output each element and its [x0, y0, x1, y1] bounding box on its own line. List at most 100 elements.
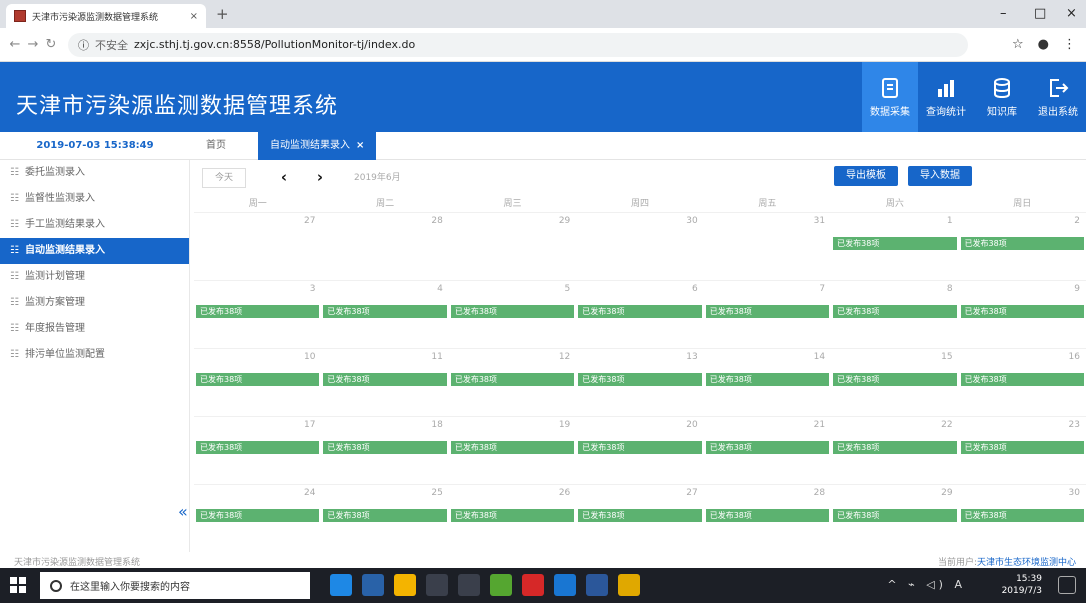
calendar-day-cell[interactable]: 24 已发布38项 [194, 485, 321, 553]
calendar-day-cell[interactable]: 5 已发布38项 [449, 281, 576, 349]
calendar-day-cell[interactable]: 12 已发布38项 [449, 349, 576, 417]
browser-tab[interactable]: 天津市污染源监测数据管理系统 × [6, 4, 206, 28]
calendar-day-cell[interactable]: 28 [321, 213, 448, 281]
windows-start-icon[interactable] [10, 577, 26, 593]
sidebar-item[interactable]: ☷ 排污单位监测配置 [0, 342, 189, 368]
sidebar-item[interactable]: ☷ 年度报告管理 [0, 316, 189, 342]
calendar-event[interactable]: 已发布38项 [833, 305, 957, 318]
nav-query-stats[interactable]: 查询统计 [918, 62, 974, 132]
store-icon[interactable] [426, 574, 448, 596]
calendar-day-cell[interactable]: 20 已发布38项 [576, 417, 703, 485]
calendar-day-cell[interactable]: 19 已发布38项 [449, 417, 576, 485]
calendar-day-cell[interactable]: 17 已发布38项 [194, 417, 321, 485]
sidebar-item[interactable]: ☷ 监测方案管理 [0, 290, 189, 316]
calendar-day-cell[interactable]: 23 已发布38项 [959, 417, 1086, 485]
calendar-event[interactable]: 已发布38项 [450, 305, 575, 318]
calendar-event[interactable]: 已发布38项 [960, 441, 1084, 454]
tab-close-icon[interactable]: × [190, 11, 198, 22]
calendar-event[interactable]: 已发布38项 [578, 305, 702, 318]
tab-home[interactable]: 首页 [194, 132, 238, 160]
calendar-event[interactable]: 已发布38项 [705, 509, 830, 522]
calendar-event[interactable]: 已发布38项 [323, 509, 447, 522]
ie-icon[interactable] [554, 574, 576, 596]
calendar-day-cell[interactable]: 4 已发布38项 [321, 281, 448, 349]
file-explorer-icon[interactable] [394, 574, 416, 596]
calendar-day-cell[interactable]: 25 已发布38项 [321, 485, 448, 553]
calendar-day-cell[interactable]: 3 已发布38项 [194, 281, 321, 349]
info-icon[interactable]: ⓘ [78, 37, 89, 53]
calendar-day-cell[interactable]: 21 已发布38项 [704, 417, 831, 485]
calendar-day-cell[interactable]: 10 已发布38项 [194, 349, 321, 417]
calendar-day-cell[interactable]: 27 [194, 213, 321, 281]
forward-arrow-icon[interactable]: → [24, 37, 42, 52]
calendar-event[interactable]: 已发布38项 [450, 441, 575, 454]
task-view-icon[interactable] [330, 574, 352, 596]
nav-data-entry[interactable]: 数据采集 [862, 62, 918, 132]
nav-knowledge-base[interactable]: 知识库 [974, 62, 1030, 132]
calendar-day-cell[interactable]: 30 已发布38项 [959, 485, 1086, 553]
calendar-event[interactable]: 已发布38项 [450, 509, 575, 522]
today-button[interactable]: 今天 [202, 168, 246, 188]
taskbar-clock[interactable]: 15:39 2019/7/3 [1002, 573, 1042, 597]
calendar-event[interactable]: 已发布38项 [960, 305, 1084, 318]
url-text[interactable]: zxjc.sthj.tj.gov.cn:8558/PollutionMonito… [134, 38, 415, 51]
sidebar-item[interactable]: ☷ 自动监测结果录入 [0, 238, 189, 264]
current-user-name[interactable]: 天津市生态环境监测中心 [977, 558, 1076, 568]
calendar-day-cell[interactable]: 16 已发布38项 [959, 349, 1086, 417]
prev-month-button[interactable]: ‹ [266, 167, 302, 187]
sidebar-collapse-icon[interactable]: « [178, 502, 188, 521]
calendar-event[interactable]: 已发布38项 [450, 373, 575, 386]
calendar-day-cell[interactable]: 13 已发布38项 [576, 349, 703, 417]
calendar-event[interactable]: 已发布38项 [833, 237, 957, 250]
next-month-button[interactable]: › [302, 167, 338, 187]
window-maximize-button[interactable]: □ [1034, 6, 1046, 21]
calendar-day-cell[interactable]: 11 已发布38项 [321, 349, 448, 417]
export-template-button[interactable]: 导出模板 [834, 166, 898, 186]
calendar-event[interactable]: 已发布38项 [323, 305, 447, 318]
calendar-event[interactable]: 已发布38项 [960, 373, 1084, 386]
tab-close-icon[interactable]: × [356, 140, 364, 151]
calendar-event[interactable]: 已发布38项 [833, 441, 957, 454]
calendar-event[interactable]: 已发布38项 [960, 237, 1084, 250]
chrome-icon[interactable] [618, 574, 640, 596]
calendar-event[interactable]: 已发布38项 [705, 373, 830, 386]
calendar-day-cell[interactable]: 7 已发布38项 [704, 281, 831, 349]
calendar-event[interactable]: 已发布38项 [833, 373, 957, 386]
calendar-event[interactable]: 已发布38项 [705, 305, 830, 318]
sidebar-item[interactable]: ☷ 监督性监测录入 [0, 186, 189, 212]
calendar-day-cell[interactable]: 30 [576, 213, 703, 281]
sidebar-item[interactable]: ☷ 委托监测录入 [0, 160, 189, 186]
calendar-day-cell[interactable]: 14 已发布38项 [704, 349, 831, 417]
word-icon[interactable] [586, 574, 608, 596]
calendar-event[interactable]: 已发布38项 [196, 373, 320, 386]
calendar-day-cell[interactable]: 29 [449, 213, 576, 281]
window-close-button[interactable]: × [1066, 6, 1077, 21]
calendar-event[interactable]: 已发布38项 [323, 441, 447, 454]
calendar-event[interactable]: 已发布38项 [578, 441, 702, 454]
calendar-event[interactable]: 已发布38项 [960, 509, 1084, 522]
calendar-day-cell[interactable]: 31 [704, 213, 831, 281]
notification-icon[interactable] [1058, 576, 1076, 594]
calendar-day-cell[interactable]: 1 已发布38项 [831, 213, 958, 281]
calendar-day-cell[interactable]: 8 已发布38项 [831, 281, 958, 349]
app-icon[interactable] [490, 574, 512, 596]
calendar-event[interactable]: 已发布38项 [196, 305, 320, 318]
app-red-icon[interactable] [522, 574, 544, 596]
calendar-event[interactable]: 已发布38项 [196, 509, 320, 522]
calendar-day-cell[interactable]: 26 已发布38项 [449, 485, 576, 553]
calendar-event[interactable]: 已发布38项 [578, 373, 702, 386]
new-tab-button[interactable]: + [216, 5, 229, 23]
calendar-event[interactable]: 已发布38项 [323, 373, 447, 386]
calendar-event[interactable]: 已发布38项 [705, 441, 830, 454]
account-icon[interactable]: ● [1038, 37, 1049, 52]
bookmark-star-icon[interactable]: ☆ [1012, 37, 1024, 52]
reload-icon[interactable]: ↻ [42, 37, 60, 52]
sidebar-item[interactable]: ☷ 监测计划管理 [0, 264, 189, 290]
calendar-event[interactable]: 已发布38项 [578, 509, 702, 522]
mail-icon[interactable] [458, 574, 480, 596]
taskbar-search-input[interactable]: 在这里输入你要搜索的内容 [40, 572, 310, 599]
calendar-day-cell[interactable]: 2 已发布38项 [959, 213, 1086, 281]
back-arrow-icon[interactable]: ← [6, 37, 24, 52]
calendar-day-cell[interactable]: 28 已发布38项 [704, 485, 831, 553]
nav-logout[interactable]: 退出系统 [1030, 62, 1086, 132]
